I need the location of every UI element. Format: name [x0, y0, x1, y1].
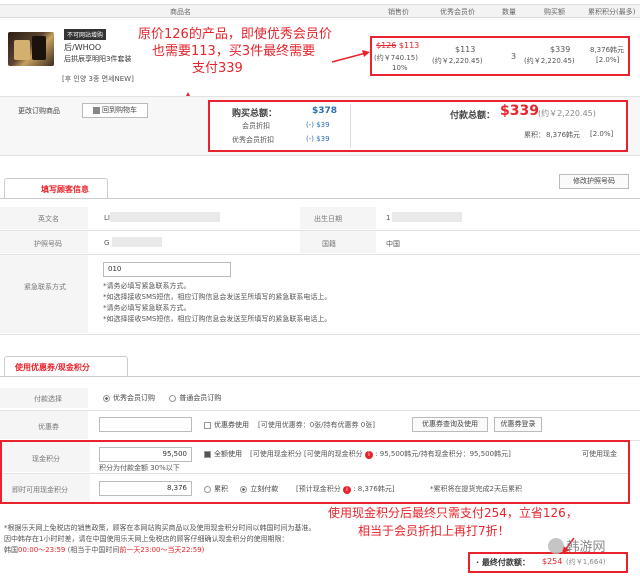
final-value: $254 [542, 557, 563, 566]
birth-label: 出生日期 [314, 215, 342, 223]
annotation-top: 原价126的产品，即使优秀会员价 也需要113，买3件最终需要 支付339 [138, 27, 332, 76]
birth-value: 1 [386, 214, 391, 222]
pay-total-label: 付款总额： [450, 111, 496, 121]
contact-input[interactable]: 010 [103, 262, 231, 277]
pay-total: $339 [500, 103, 539, 119]
table-header: 商品名 销售价 优秀会员价 数量 购买额 累积积分(最多) [0, 4, 640, 18]
quantity: 3 [511, 52, 517, 61]
cash-points-input[interactable]: 95,500 [99, 447, 192, 462]
col-qty: 数量 [502, 8, 516, 16]
instant-points-label: 即时可用现金积分 [12, 486, 68, 494]
cash-info: [可使用现金积分 [可使用的现金积分 i : 95,500韩元/持有现金积分：9… [250, 450, 511, 459]
member-price-discount-label: 优秀会员折扣 [232, 136, 274, 144]
tab-customer-info[interactable]: 填写顾客信息 [4, 178, 108, 198]
eng-name-label: 英文名 [38, 215, 59, 223]
sale-price-cny: (约￥740.15) [374, 54, 418, 62]
radio-accumulate[interactable]: 累积 [204, 485, 228, 493]
tab-coupon[interactable]: 使用优惠券/现金积分 [4, 356, 128, 376]
contact-label: 紧急联系方式 [24, 283, 66, 291]
watermark-logo: 韩游网 [548, 536, 638, 556]
cash-label: 现金积分 [32, 455, 60, 463]
coupon-register-button[interactable]: 优惠券登录 [494, 417, 542, 432]
instant-note: *累积将在提货完成2天后累积 [430, 485, 522, 493]
cart-arrow-icon [93, 106, 100, 114]
member-price: $113 [455, 45, 476, 54]
final-label: · 最终付款额： [476, 558, 530, 567]
product-name[interactable]: 后拱辰享明阳3件套装 [64, 54, 131, 64]
product-image[interactable] [8, 32, 54, 66]
back-to-cart-button[interactable]: 回到购物车 [82, 103, 148, 118]
col-points: 累积积分(最多) [588, 8, 636, 16]
purchase-total-label: 购买总额： [232, 109, 278, 119]
coupon-use-checkbox[interactable]: 优惠券使用 [204, 420, 249, 430]
instant-info: [预计现金积分 i : 8,376韩元] [296, 485, 395, 494]
pay-total-cny: (约￥2,220.45) [538, 109, 596, 118]
radio-instant[interactable]: 立刻付款 [240, 485, 278, 493]
radio-normal[interactable]: 普通会员订购 [169, 394, 221, 402]
pay-select-label: 付款选择 [34, 395, 62, 403]
policy-text: *根据乐天网上免税店的销售政策，顾客在本网站购买商品以及使用现金积分时间以韩国时… [4, 524, 316, 554]
accumulate-value: 8,376韩元 [546, 131, 581, 139]
accumulate-pct: [2.0%] [590, 130, 614, 138]
modify-items-label: 更改订购商品 [18, 107, 60, 115]
col-sale-price: 销售价 [388, 8, 409, 16]
arrow-right-icon [331, 50, 370, 63]
col-member-price: 优秀会员价 [440, 8, 475, 16]
country-label: 国籍 [322, 240, 336, 248]
coupon-label: 优惠券 [38, 423, 59, 431]
contact-notes: *请务必填写紧急联系方式。 *如选择接收SMS短信，相应订购信息会发送至所填写的… [103, 282, 332, 323]
instant-points-input[interactable]: 8,376 [99, 481, 192, 496]
discount-rate: 10% [392, 64, 408, 72]
purchase-amount-cny: (约￥2,220.45) [524, 57, 575, 65]
coupon-info: [可使用优惠券：0张/持有优惠券 0张] [258, 421, 375, 429]
points-pct: [2.0%] [596, 56, 620, 64]
purchase-amount: $339 [550, 45, 571, 54]
product-korean-name: [후 인양 3종 면세NEW] [62, 75, 134, 83]
col-purchase-amount: 购买额 [544, 8, 565, 16]
info-icon: i [342, 486, 351, 494]
cash-use-all-checkbox[interactable]: 全额使用 [204, 449, 242, 459]
info-icon: i [364, 451, 373, 459]
final-cny: (约￥1,664) [566, 558, 606, 566]
coupon-input[interactable] [99, 417, 192, 432]
annotation-bottom: 使用现金积分后最终只需支付254，立省126， 相当于会员折扣上再打7折！ [328, 506, 578, 538]
points: 8,376韩元 [590, 46, 625, 54]
coupon-query-button[interactable]: 优惠券查询及使用 [412, 417, 488, 432]
radio-member[interactable]: 优秀会员订购 [103, 394, 155, 402]
col-product: 商品名 [170, 8, 191, 16]
passport-label: 护照号码 [34, 240, 62, 248]
passport-value: G [104, 239, 110, 247]
member-discount-label: 会员折扣 [242, 122, 270, 130]
member-discount: (-) $39 [306, 121, 330, 129]
member-price-cny: (约￥2,220.45) [432, 57, 483, 65]
original-price: $126 $113 [376, 41, 420, 50]
accumulate-label: 累积： [524, 131, 545, 139]
watermark-icon [548, 537, 564, 554]
modify-passport-button[interactable]: 修改护照号码 [559, 174, 629, 189]
purchase-total: $378 [312, 106, 338, 116]
country-value: 中国 [386, 240, 400, 248]
cash-note: 积分为付款金额 30%以下 [99, 464, 180, 472]
product-brand[interactable]: 后/WHOO [64, 42, 101, 53]
cash-right-note: 可使用现金 [582, 450, 617, 458]
member-price-discount: (-) $39 [306, 135, 330, 143]
product-badge: 不可网站增购 [64, 29, 107, 40]
